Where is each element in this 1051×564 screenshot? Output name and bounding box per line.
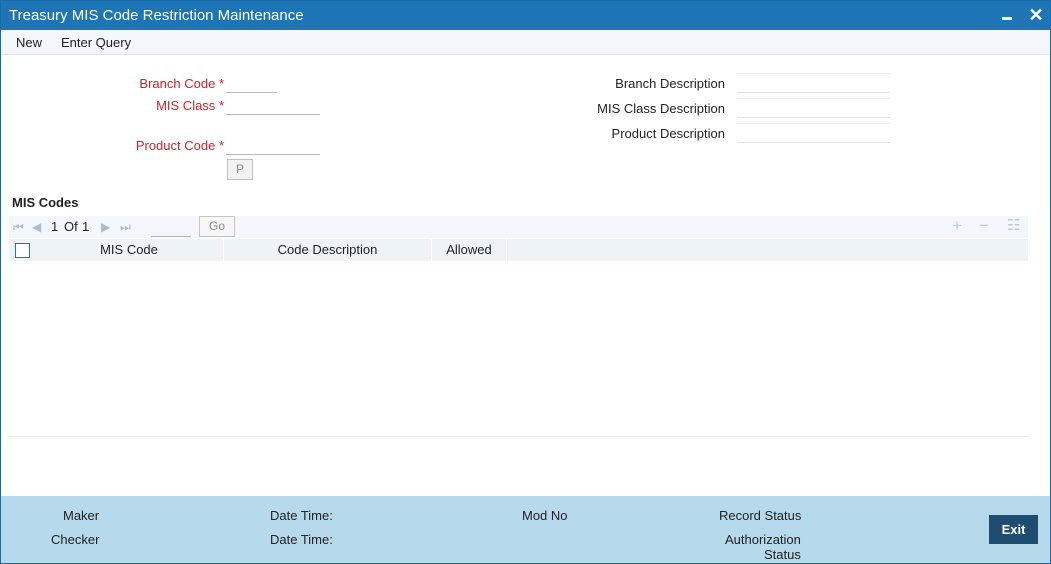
last-page-icon[interactable]: ⏭ (120, 220, 131, 235)
select-all-checkbox[interactable] (15, 243, 30, 258)
mis-class-label-text: MIS Class (156, 98, 216, 113)
page-of-label: Of (64, 219, 78, 234)
branch-code-input[interactable] (226, 73, 277, 93)
checker-label: Checker (51, 532, 100, 547)
product-code-label-text: Product Code (135, 138, 216, 153)
exit-button[interactable]: Exit (989, 515, 1038, 544)
current-page: 1 (51, 219, 59, 234)
branch-description-field (737, 73, 890, 93)
checker-date-time-label: Date Time: (270, 532, 333, 547)
mis-class-description-field (737, 98, 890, 118)
column-header-allowed[interactable]: Allowed (432, 239, 507, 261)
branch-code-label-text: Branch Code (139, 76, 216, 91)
mis-class-description-label: MIS Class Description (597, 101, 725, 116)
maker-label: Maker (63, 508, 100, 523)
mis-class-label: MIS Class * (101, 98, 224, 113)
app-window: Treasury MIS Code Restriction Maintenanc… (0, 0, 1051, 564)
total-pages: 1 (82, 219, 90, 234)
title-bar: Treasury MIS Code Restriction Maintenanc… (1, 1, 1050, 30)
product-code-label: Product Code * (101, 138, 224, 153)
menu-bar: New Enter Query (1, 30, 1050, 55)
next-page-icon[interactable]: ▶ (101, 220, 110, 234)
mis-class-input[interactable] (226, 95, 320, 115)
window-title: Treasury MIS Code Restriction Maintenanc… (9, 7, 304, 24)
close-icon[interactable]: ✕ (1027, 5, 1045, 25)
first-page-icon[interactable]: ⏮ (13, 220, 24, 235)
record-status-label: Record Status (719, 508, 802, 523)
menu-new[interactable]: New (16, 35, 42, 50)
required-marker: * (218, 76, 224, 91)
product-description-field (737, 123, 890, 143)
authorization-status-label-line2: Status (764, 547, 801, 562)
required-marker: * (218, 98, 224, 113)
single-view-icon[interactable]: ☷ (1007, 217, 1020, 235)
grid-body (9, 261, 1028, 437)
minimize-icon[interactable] (1000, 6, 1016, 24)
required-marker: * (218, 138, 224, 153)
product-lov-button[interactable]: P (227, 159, 253, 180)
add-row-icon[interactable]: + (952, 217, 962, 235)
page-number-input[interactable] (151, 216, 191, 237)
authorization-status-label-line1: Authorization (725, 532, 801, 547)
go-button[interactable]: Go (199, 216, 235, 237)
delete-row-icon[interactable]: − (979, 217, 989, 235)
branch-code-label: Branch Code * (101, 76, 224, 91)
product-code-input[interactable] (226, 135, 320, 155)
previous-page-icon[interactable]: ◀ (32, 220, 41, 234)
product-description-label: Product Description (611, 126, 725, 141)
maker-date-time-label: Date Time: (270, 508, 333, 523)
column-header-mis-code[interactable]: MIS Code (35, 239, 224, 261)
branch-description-label: Branch Description (615, 76, 725, 91)
audit-footer: Maker Checker Date Time: Date Time: Mod … (1, 496, 1050, 563)
menu-enter-query[interactable]: Enter Query (61, 35, 131, 50)
grid-header: MIS Code Code Description Allowed (9, 239, 1028, 261)
mis-codes-section-title: MIS Codes (12, 195, 79, 210)
mod-no-label: Mod No (522, 508, 568, 523)
grid-toolbar: ⏮ ◀ 1 Of 1 ▶ ⏭ Go + − ☷ (9, 216, 1028, 238)
column-header-code-description[interactable]: Code Description (224, 239, 432, 261)
